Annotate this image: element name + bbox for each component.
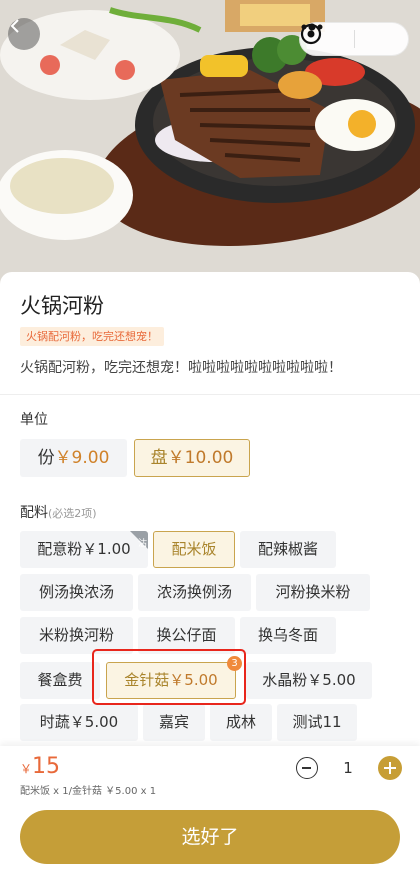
product-photo <box>0 0 420 285</box>
addon-option-name: 米粉换河粉 <box>38 626 114 644</box>
addon-option[interactable]: 餐盒费 <box>20 662 100 699</box>
unit-option-plate[interactable]: 盘￥10.00 <box>134 439 250 477</box>
unit-option-portion[interactable]: 份￥9.00 <box>20 439 127 477</box>
close-capsule-icon <box>300 23 322 45</box>
sold-out-corner: 沽 <box>130 531 148 549</box>
addon-option-name: 换乌冬面 <box>257 626 318 644</box>
highlight-annotation <box>92 649 246 705</box>
addon-option[interactable]: 浓汤换例汤 <box>138 574 251 611</box>
addon-option-price: ￥5.00 <box>307 671 356 689</box>
sold-out-label: 沽 <box>137 539 147 549</box>
addon-option-name: 水晶粉 <box>262 671 308 689</box>
plus-icon[interactable] <box>378 756 402 780</box>
unit-option-name: 盘 <box>150 448 168 468</box>
back-button[interactable] <box>8 18 40 50</box>
addon-option[interactable]: 配意粉￥1.00 沽 <box>20 531 148 568</box>
addon-hint: (必选2项) <box>48 507 97 520</box>
total-amount: 15 <box>32 754 61 779</box>
addon-option[interactable]: 成林 <box>210 704 272 741</box>
addon-option-name: 配米饭 <box>171 540 217 558</box>
minus-icon[interactable] <box>296 757 318 779</box>
addon-option-name: 成林 <box>225 713 256 731</box>
addon-option[interactable]: 例汤换浓汤 <box>20 574 133 611</box>
addon-option[interactable]: 换乌冬面 <box>240 617 336 654</box>
addon-option-name: 餐盒费 <box>37 671 83 689</box>
addon-option[interactable]: 测试11 <box>277 704 357 741</box>
unit-option-name: 份 <box>37 448 55 468</box>
addon-option[interactable]: 配辣椒酱 <box>240 531 336 568</box>
addon-option-name: 河粉换米粉 <box>275 583 351 601</box>
addon-label: 配料 <box>20 505 48 521</box>
addon-option[interactable]: 河粉换米粉 <box>256 574 370 611</box>
product-description: 火锅配河粉，吃完还想宠！啦啦啦啦啦啦啦啦啦啦！ <box>20 360 342 376</box>
close-capsule-button[interactable] <box>300 23 409 55</box>
unit-option-price: ￥9.00 <box>54 448 110 468</box>
addon-option-price: ￥5.00 <box>69 713 119 731</box>
addon-option[interactable]: 嘉宾 <box>143 704 205 741</box>
divider <box>0 394 420 395</box>
quantity-value: 1 <box>343 759 353 777</box>
total-price: ￥15 <box>20 754 60 779</box>
addon-option-name: 例汤换浓汤 <box>38 583 114 601</box>
addon-option-name: 测试11 <box>292 713 342 731</box>
addon-option-name: 配辣椒酱 <box>257 540 318 558</box>
bottom-action-bar: ￥15 配米饭 x 1/金针菇 ￥5.00 x 1 1 选好了 <box>0 746 420 870</box>
addon-option-name: 配意粉 <box>37 540 83 558</box>
back-icon <box>10 19 19 33</box>
quantity-stepper: 1 <box>296 756 402 780</box>
addon-option[interactable]: 水晶粉￥5.00 <box>246 662 372 699</box>
currency-symbol: ￥ <box>20 762 33 776</box>
product-tag: 火锅配河粉，吃完还想宠！ <box>20 327 164 346</box>
miniprogram-capsule <box>299 22 409 56</box>
product-title: 火锅河粉 <box>20 294 104 318</box>
addon-option-name: 换公仔面 <box>156 626 217 644</box>
unit-section-label: 单位 <box>20 412 48 428</box>
addon-option-price: ￥1.00 <box>82 540 131 558</box>
addon-section-label: 配料(必选2项) <box>20 502 97 522</box>
addon-option-name: 浓汤换例汤 <box>156 583 232 601</box>
addon-option[interactable]: 时蔬￥5.00 <box>20 704 138 741</box>
confirm-button[interactable]: 选好了 <box>20 810 400 864</box>
unit-option-price: ￥10.00 <box>167 448 234 468</box>
selection-summary: 配米饭 x 1/金针菇 ￥5.00 x 1 <box>20 786 157 797</box>
addon-option-name: 嘉宾 <box>158 713 189 731</box>
addon-option-name: 时蔬 <box>39 713 70 731</box>
addon-option[interactable]: 配米饭 <box>153 531 235 568</box>
